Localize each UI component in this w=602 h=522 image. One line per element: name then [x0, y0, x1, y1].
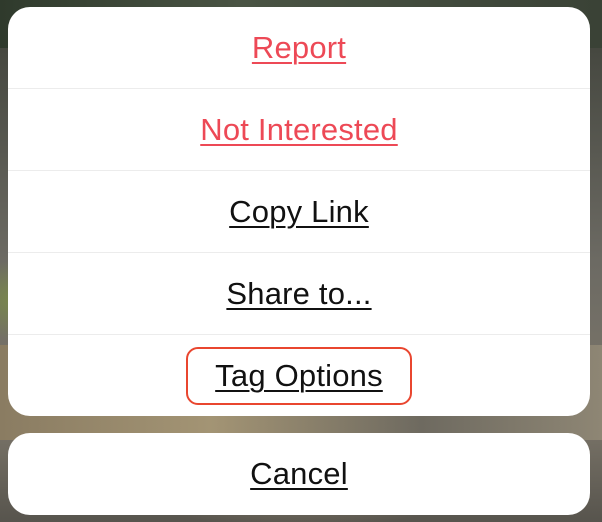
not-interested-button[interactable]: Not Interested	[8, 89, 590, 171]
copy-link-button[interactable]: Copy Link	[8, 171, 590, 253]
cancel-sheet: Cancel	[8, 433, 590, 515]
report-button[interactable]: Report	[8, 7, 590, 89]
report-label: Report	[251, 29, 347, 65]
cancel-label: Cancel	[250, 456, 348, 491]
share-to-label: Share to...	[226, 275, 372, 311]
share-to-button[interactable]: Share to...	[8, 253, 590, 335]
copy-link-label: Copy Link	[229, 193, 369, 229]
cancel-button[interactable]: Cancel	[8, 433, 590, 515]
action-sheet: Report Not Interested Copy Link Share to…	[8, 7, 590, 416]
not-interested-label: Not Interested	[200, 111, 398, 147]
tag-options-label: Tag Options	[215, 358, 383, 393]
tag-options-button[interactable]: Tag Options	[8, 335, 590, 416]
